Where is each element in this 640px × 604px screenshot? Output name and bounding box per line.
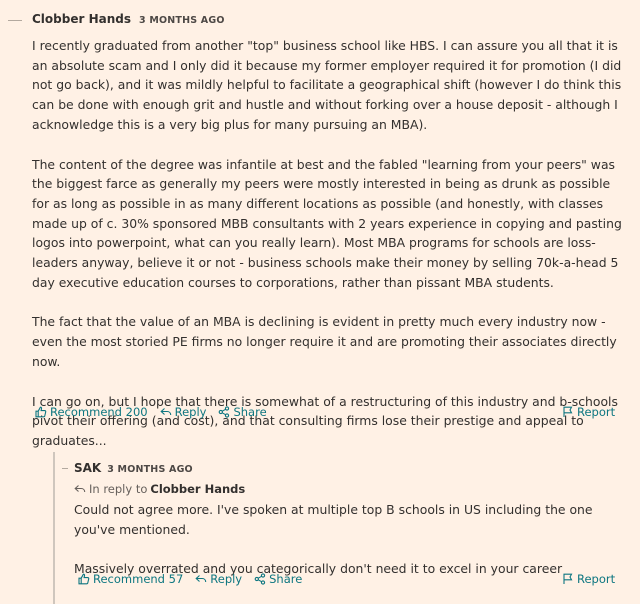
in-reply-prefix: In reply to	[89, 482, 148, 496]
reply-share-button[interactable]: Share	[254, 572, 302, 586]
comment-paragraph: The fact that the value of an MBA is dec…	[32, 314, 617, 369]
recommend-button[interactable]: Recommend 200	[35, 405, 148, 419]
share-icon	[254, 573, 266, 585]
in-reply-to: In reply to Clobber Hands	[74, 482, 245, 496]
report-button[interactable]: Report	[562, 405, 615, 419]
thumbs-up-icon	[78, 573, 90, 585]
reply-timestamp: 3 MONTHS AGO	[107, 464, 193, 475]
reply-actions: Recommend 57 Reply Share	[78, 572, 314, 586]
reply-report-button[interactable]: Report	[562, 572, 615, 586]
flag-icon	[562, 573, 574, 585]
report-label: Report	[577, 405, 616, 419]
thumbs-up-icon	[35, 406, 47, 418]
reply-label: Reply	[210, 572, 243, 586]
comment-paragraph: I recently graduated from another "top" …	[32, 38, 622, 132]
in-reply-author[interactable]: Clobber Hands	[150, 482, 245, 496]
comment-divider	[8, 20, 22, 21]
reply-recommend-button[interactable]: Recommend 57	[78, 572, 183, 586]
reply-thread-line	[53, 452, 55, 604]
reply-paragraph: Could not agree more. I've spoken at mul…	[74, 502, 593, 537]
recommend-label: Recommend 57	[93, 572, 184, 586]
flag-icon	[562, 406, 574, 418]
reply-arrow-icon	[74, 483, 86, 495]
report-label: Report	[577, 572, 616, 586]
reply-button[interactable]: Reply	[159, 405, 207, 419]
comment-paragraph: The content of the degree was infantile …	[32, 156, 622, 290]
comment-actions: Recommend 200 Reply Share	[35, 405, 279, 419]
comment-header: Clobber Hands 3 MONTHS AGO	[32, 12, 225, 26]
share-label: Share	[233, 405, 267, 419]
reply-label: Reply	[174, 405, 207, 419]
reply-arrow-icon	[159, 406, 172, 418]
reply-divider	[62, 468, 68, 469]
share-icon	[218, 406, 230, 418]
comment-paragraph: I can go on, but I hope that there is so…	[32, 393, 618, 448]
reply-header: SAK 3 MONTHS AGO	[74, 461, 193, 475]
share-label: Share	[269, 572, 303, 586]
reply-arrow-icon	[195, 573, 207, 585]
reply-reply-button[interactable]: Reply	[195, 572, 242, 586]
recommend-label: Recommend 200	[50, 405, 148, 419]
share-button[interactable]: Share	[218, 405, 267, 419]
comment-author[interactable]: Clobber Hands	[32, 12, 131, 26]
comment-timestamp: 3 MONTHS AGO	[139, 15, 225, 26]
reply-author[interactable]: SAK	[74, 461, 101, 475]
